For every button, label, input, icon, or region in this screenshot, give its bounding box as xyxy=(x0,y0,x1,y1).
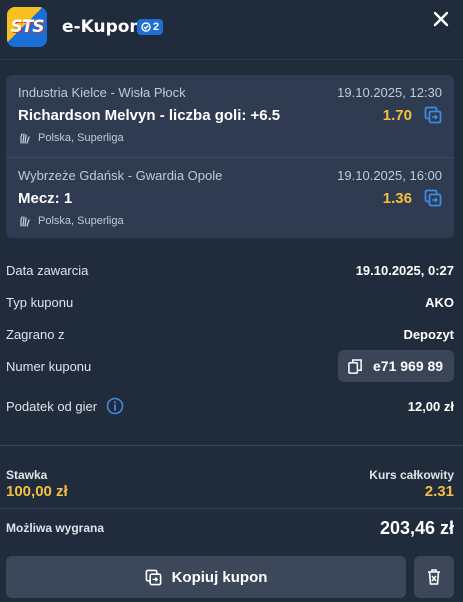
detail-row-tax: Podatek od gier 12,00 zł xyxy=(6,396,454,418)
detail-row-date: Data zawarcia 19.10.2025, 0:27 xyxy=(6,260,454,282)
total-odds-label: Kurs całkowity xyxy=(369,468,454,482)
trash-icon xyxy=(428,569,440,585)
played-value: Depozyt xyxy=(403,327,454,342)
copy-coupon-button[interactable]: Kopiuj kupon xyxy=(6,556,406,598)
coupon-number: e71 969 89 xyxy=(373,358,444,374)
copy-icon[interactable] xyxy=(424,189,442,207)
sts-logo: STS xyxy=(7,7,47,47)
league-name: Polska, Superliga xyxy=(38,215,124,227)
type-value: AKO xyxy=(425,295,454,310)
copy-coupon-label: Kopiuj kupon xyxy=(171,568,268,586)
stake-label: Stawka xyxy=(6,468,48,482)
bet-slip-item[interactable]: Industria Kielce - Wisła Płock 19.10.202… xyxy=(6,75,454,155)
info-icon[interactable] xyxy=(106,397,124,415)
played-label: Zagrano z xyxy=(6,327,65,342)
divider xyxy=(0,508,463,509)
copy-icon[interactable] xyxy=(424,106,442,124)
type-label: Typ kuponu xyxy=(6,295,74,310)
bet-count-badge: 2 xyxy=(137,19,164,35)
match-date: 19.10.2025, 16:00 xyxy=(337,168,442,183)
coupon-number-button[interactable]: e71 969 89 xyxy=(338,350,454,382)
header: STS e-Kupon 2 xyxy=(0,0,463,60)
handball-icon xyxy=(20,133,30,144)
copy-icon xyxy=(348,358,362,374)
possible-win-value: 203,46 zł xyxy=(379,518,454,538)
bet-pick: Richardson Melvyn - liczba goli: +6.5 xyxy=(18,107,281,124)
stake-value: 100,00 zł xyxy=(6,483,68,500)
detail-row-type: Typ kuponu AKO xyxy=(6,292,454,314)
bet-odds: 1.70 xyxy=(382,107,412,124)
page-title: e-Kupon xyxy=(62,17,142,37)
tax-label: Podatek od gier xyxy=(6,399,98,414)
match-date: 19.10.2025, 12:30 xyxy=(337,85,442,100)
possible-win-label: Możliwa wygrana xyxy=(6,521,105,535)
match-name: Wybrzeże Gdańsk - Gwardia Opole xyxy=(18,168,223,183)
delete-coupon-button[interactable] xyxy=(414,556,454,598)
date-value: 19.10.2025, 0:27 xyxy=(355,263,454,278)
league-name: Polska, Superliga xyxy=(38,132,124,144)
tax-value: 12,00 zł xyxy=(407,399,454,414)
bet-slip-item[interactable]: Wybrzeże Gdańsk - Gwardia Opole 19.10.20… xyxy=(6,157,454,237)
copy-icon xyxy=(145,569,161,585)
match-name: Industria Kielce - Wisła Płock xyxy=(18,85,186,100)
close-icon[interactable] xyxy=(430,8,452,30)
date-label: Data zawarcia xyxy=(6,263,89,278)
detail-row-played: Zagrano z Depozyt xyxy=(6,324,454,346)
number-label: Numer kuponu xyxy=(6,359,92,374)
bet-odds: 1.36 xyxy=(382,190,412,207)
divider xyxy=(0,445,463,446)
bet-slip-list: Industria Kielce - Wisła Płock 19.10.202… xyxy=(6,75,454,238)
bets-icon xyxy=(141,22,151,32)
bet-pick: Mecz: 1 xyxy=(18,190,73,207)
total-odds-value: 2.31 xyxy=(424,483,454,500)
bet-count: 2 xyxy=(153,21,160,33)
handball-icon xyxy=(20,216,30,227)
